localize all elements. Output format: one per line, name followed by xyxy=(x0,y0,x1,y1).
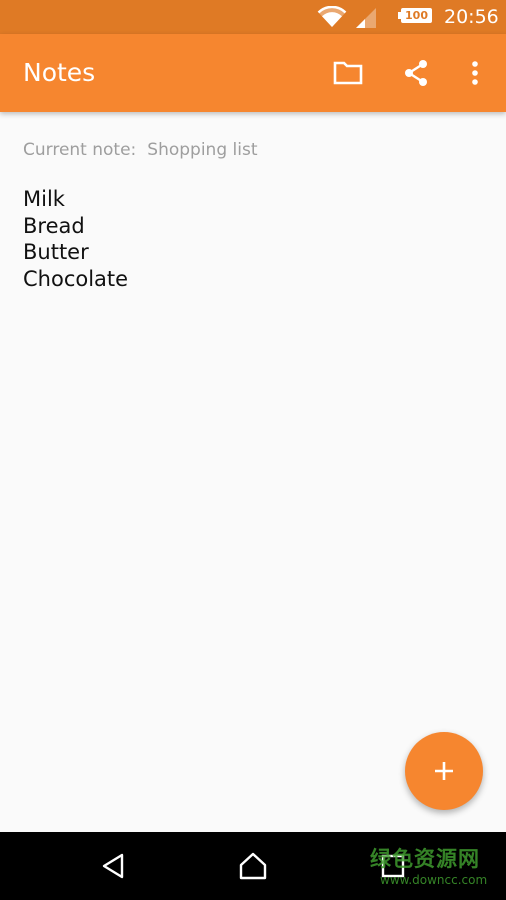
note-line[interactable]: Chocolate xyxy=(23,266,128,293)
watermark-title: 绿色资源网 xyxy=(370,847,480,871)
current-note-header: Current note: Shopping list xyxy=(23,138,258,162)
note-line[interactable]: Milk xyxy=(23,186,128,213)
back-button[interactable] xyxy=(93,846,133,886)
share-icon xyxy=(405,60,427,86)
current-note-label: Current note: xyxy=(23,140,137,160)
overflow-menu-icon xyxy=(472,61,478,85)
status-bar: 100 20:56 xyxy=(0,0,506,34)
add-note-button[interactable] xyxy=(405,732,483,810)
note-text[interactable]: Milk Bread Butter Chocolate xyxy=(23,186,128,293)
open-folder-button[interactable] xyxy=(328,53,368,93)
status-time: 20:56 xyxy=(444,6,499,28)
note-content: Current note: Shopping list Milk Bread Bu… xyxy=(0,112,506,832)
app-bar: Notes xyxy=(0,34,506,112)
wifi-icon xyxy=(317,6,347,27)
folder-icon xyxy=(333,61,363,85)
note-line[interactable]: Bread xyxy=(23,213,128,240)
back-icon xyxy=(102,853,124,879)
overflow-menu-button[interactable] xyxy=(455,53,495,93)
watermark-url: www.downcc.com xyxy=(380,873,488,887)
notes-screen: 100 20:56 Notes Current note: Shopping l… xyxy=(0,0,506,900)
signal-icon xyxy=(356,8,376,28)
battery-level: 100 xyxy=(405,9,428,22)
note-line[interactable]: Butter xyxy=(23,239,128,266)
current-note-name[interactable]: Shopping list xyxy=(147,140,257,160)
home-icon xyxy=(239,852,267,880)
share-button[interactable] xyxy=(396,53,436,93)
add-icon xyxy=(435,762,453,780)
app-title: Notes xyxy=(23,58,96,87)
site-watermark: 绿色资源网 www.downcc.com xyxy=(370,846,496,892)
home-button[interactable] xyxy=(233,846,273,886)
battery-icon: 100 xyxy=(398,8,434,25)
